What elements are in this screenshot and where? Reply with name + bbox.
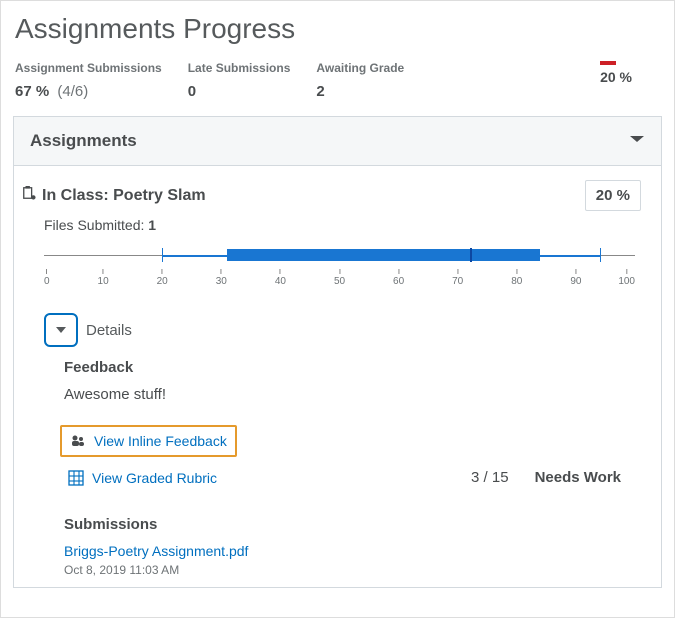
submissions-pct: 67 % <box>15 83 49 100</box>
stat-label: Late Submissions <box>188 61 291 75</box>
details-toggle-button[interactable] <box>44 313 78 347</box>
tick-label: 0 <box>44 269 50 287</box>
view-inline-feedback-link[interactable]: View Inline Feedback <box>60 425 237 457</box>
details-label: Details <box>86 322 132 339</box>
files-submitted: Files Submitted: 1 <box>22 211 645 239</box>
rubric-score: 3 / 15 <box>471 469 527 486</box>
stat-late: Late Submissions 0 <box>188 61 291 100</box>
rubric-level: Needs Work <box>535 469 627 486</box>
stat-label: Awaiting Grade <box>316 61 404 75</box>
view-graded-rubric-link[interactable]: View Graded Rubric <box>92 470 217 486</box>
tick-label: 90 <box>570 269 581 287</box>
submission-file-link[interactable]: Briggs-Poetry Assignment.pdf <box>64 543 627 559</box>
chevron-down-icon <box>629 132 645 150</box>
people-icon <box>70 433 86 449</box>
tick-label: 10 <box>98 269 109 287</box>
submission-timestamp: Oct 8, 2019 11:03 AM <box>64 563 627 577</box>
files-count: 1 <box>148 217 156 233</box>
submissions-frac: (4/6) <box>57 83 88 100</box>
rubric-icon <box>68 470 84 486</box>
score-badge: 20 % <box>585 180 641 211</box>
stat-label: Assignment Submissions <box>15 61 162 75</box>
stats-row: Assignment Submissions 67 % (4/6) Late S… <box>1 55 674 116</box>
tick-label: 80 <box>511 269 522 287</box>
sparkline-value: 20 % <box>600 69 632 85</box>
tick-label: 60 <box>393 269 404 287</box>
assignments-panel: Assignments In Class: Poetry Slam 20 % F… <box>13 116 662 588</box>
boxplot-chart: 0 10 20 30 40 50 60 70 80 90 100 <box>22 239 645 295</box>
stat-value: 2 <box>316 83 404 100</box>
submissions-section: Submissions Briggs-Poetry Assignment.pdf… <box>64 510 627 577</box>
tick-label: 100 <box>618 269 635 287</box>
files-label: Files Submitted: <box>44 217 144 233</box>
stat-submissions: Assignment Submissions 67 % (4/6) <box>15 61 162 100</box>
tick-label: 20 <box>157 269 168 287</box>
inline-feedback-label: View Inline Feedback <box>94 433 227 449</box>
assignment-title-text: In Class: Poetry Slam <box>42 187 206 205</box>
tick-label: 30 <box>216 269 227 287</box>
details-content: Feedback Awesome stuff! View Inline Feed… <box>22 359 645 577</box>
feedback-heading: Feedback <box>64 359 627 376</box>
submissions-heading: Submissions <box>64 516 627 533</box>
tick-label: 40 <box>275 269 286 287</box>
assignment-block: In Class: Poetry Slam 20 % Files Submitt… <box>14 166 661 587</box>
stat-value: 67 % (4/6) <box>15 83 162 100</box>
feedback-text: Awesome stuff! <box>64 386 627 403</box>
assignment-title: In Class: Poetry Slam <box>22 186 206 205</box>
assignment-icon <box>22 186 36 205</box>
panel-header-title: Assignments <box>30 131 137 151</box>
sparkline: 20 % <box>600 61 660 85</box>
tick-label: 70 <box>452 269 463 287</box>
stat-value: 0 <box>188 83 291 100</box>
spark-bar-icon <box>600 61 616 65</box>
stat-awaiting: Awaiting Grade 2 <box>316 61 404 100</box>
panel-header[interactable]: Assignments <box>14 116 661 166</box>
page-title: Assignments Progress <box>1 1 674 55</box>
tick-label: 50 <box>334 269 345 287</box>
